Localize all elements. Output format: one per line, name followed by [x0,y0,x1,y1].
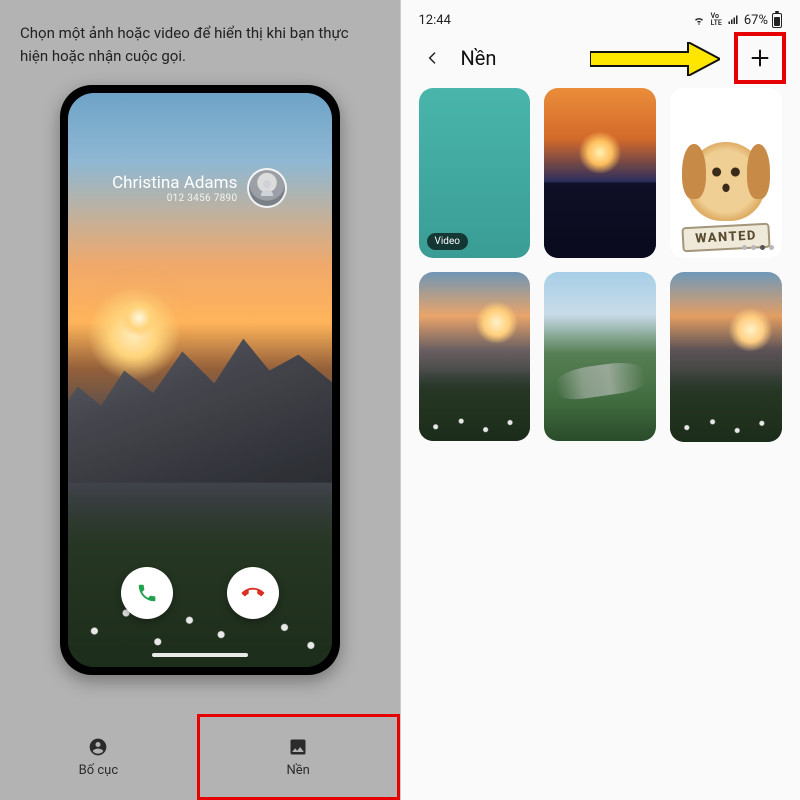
image-icon [288,737,308,757]
back-button[interactable] [419,44,447,72]
phone-frame: Christina Adams 012 3456 7890 [60,85,340,675]
bottom-tabs: Bố cục Nền [0,714,400,800]
sun-icon [121,300,157,336]
wifi-icon [691,14,707,26]
right-screen: 12:44 VoLTE 67% Nền Video [401,0,800,800]
annotation-highlight [734,32,786,84]
status-right: VoLTE 67% [691,13,782,28]
person-silhouette-icon [255,176,279,200]
accept-call-button[interactable] [121,567,173,619]
add-background-button[interactable] [738,36,782,80]
background-thumb-wanted-dog[interactable]: WANTED [670,88,782,258]
dog-graphic [687,142,766,221]
background-grid: Video WANTED [419,88,783,442]
tab-background-label: Nền [286,763,309,778]
caller-avatar [247,168,287,208]
phone-mockup: Christina Adams 012 3456 7890 [20,85,380,800]
decline-call-button[interactable] [227,567,279,619]
caller-name: Christina Adams [112,173,237,193]
status-time: 12:44 [419,13,451,28]
phone-icon [136,582,158,604]
background-thumb-ocean-sunset[interactable] [544,88,656,258]
caller-number: 012 3456 7890 [112,193,237,204]
annotation-arrow [590,42,720,80]
person-circle-icon [88,737,108,757]
chevron-left-icon [425,50,441,66]
pager-dots [742,245,774,250]
background-thumb-mountain-sunset-1[interactable] [419,272,531,442]
tab-layout-label: Bố cục [79,763,119,778]
left-screen: Chọn một ảnh hoặc video để hiển thị khi … [0,0,400,800]
background-thumb-valley-train[interactable] [544,272,656,442]
call-controls [68,567,332,619]
tab-background[interactable]: Nền [197,714,400,800]
signal-icon [726,14,740,26]
phone-screen: Christina Adams 012 3456 7890 [68,93,332,667]
battery-text: 67% [744,13,768,28]
phone-hangup-icon [237,577,268,608]
volte-badge: VoLTE [711,13,722,27]
intro-text: Chọn một ảnh hoặc video để hiển thị khi … [20,22,380,67]
status-bar: 12:44 VoLTE 67% [419,0,783,30]
page-title: Nền [461,46,497,70]
tab-layout[interactable]: Bố cục [0,714,197,800]
background-thumb-teal[interactable]: Video [419,88,531,258]
gesture-handle[interactable] [152,653,248,657]
video-badge: Video [427,233,468,250]
caller-info: Christina Adams 012 3456 7890 [68,168,332,208]
battery-icon [772,13,782,28]
page-header: Nền [419,30,783,86]
arrow-right-icon [590,42,720,76]
background-thumb-mountain-sunset-2[interactable] [670,272,782,442]
mountains-graphic [68,323,332,483]
